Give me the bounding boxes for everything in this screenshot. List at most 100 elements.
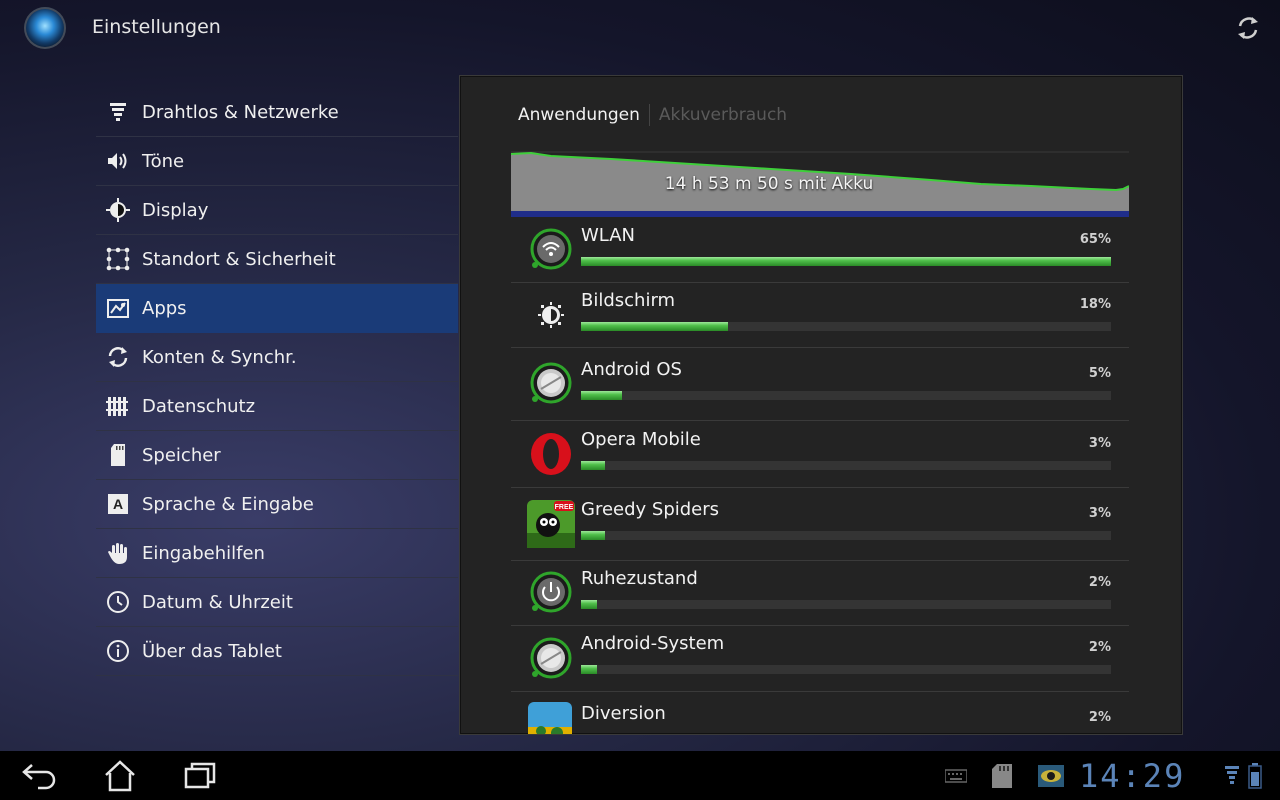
app-name: Ruhezustand: [581, 568, 698, 589]
app-name: Android OS: [581, 359, 682, 380]
nav-item-about-tablet[interactable]: Über das Tablet: [96, 627, 458, 676]
list-item-wlan[interactable]: WLAN 65%: [511, 218, 1129, 283]
list-item-diversion[interactable]: Diversion 2%: [511, 692, 1129, 734]
clock-icon: [106, 590, 130, 614]
battery-status-icon: [1248, 763, 1262, 789]
home-icon[interactable]: [100, 759, 140, 793]
system-bar: 14:29: [0, 751, 1280, 800]
list-item-idle[interactable]: Ruhezustand 2%: [511, 561, 1129, 626]
tab-applications[interactable]: Anwendungen: [518, 105, 640, 125]
sd-card-icon: [106, 443, 130, 467]
app-name: Android-System: [581, 633, 725, 654]
nav-label: Drahtlos & Netzwerke: [142, 101, 339, 123]
nav-label: Eingabehilfen: [142, 542, 265, 564]
usage-bar-fill: [581, 322, 728, 331]
nav-item-sounds[interactable]: Töne: [96, 137, 458, 186]
app-title: Einstellungen: [92, 16, 221, 38]
apps-icon: [106, 296, 130, 320]
battery-duration-label: 14 h 53 m 50 s mit Akku: [664, 174, 874, 194]
nav-label: Speicher: [142, 444, 221, 466]
android-os-icon: [530, 362, 572, 404]
free-badge: FREE: [555, 504, 574, 511]
nav-item-language-input[interactable]: A Sprache & Eingabe: [96, 480, 458, 529]
usage-bar-fill: [581, 600, 598, 609]
app-name: Greedy Spiders: [581, 499, 720, 520]
list-item-greedy-spiders[interactable]: FREE Greedy Spiders 3%: [511, 488, 1129, 561]
usage-percent: 2%: [1088, 710, 1111, 725]
panel-tabs: Anwendungen Akkuverbrauch: [518, 104, 787, 126]
refresh-icon[interactable]: [1234, 14, 1262, 42]
list-item-opera-mobile[interactable]: Opera Mobile 3%: [511, 421, 1129, 488]
hand-icon: [106, 541, 130, 565]
nav-item-wireless[interactable]: Drahtlos & Netzwerke: [96, 88, 458, 137]
nav-label: Über das Tablet: [142, 640, 282, 662]
usage-bar: [581, 531, 1111, 540]
app-name: Bildschirm: [581, 290, 676, 311]
list-item-screen[interactable]: Bildschirm 18%: [511, 283, 1129, 348]
nav-item-date-time[interactable]: Datum & Uhrzeit: [96, 578, 458, 627]
brightness-icon: [106, 198, 130, 222]
location-grid-icon: [106, 247, 130, 271]
usage-percent: 3%: [1088, 506, 1111, 521]
usage-percent: 2%: [1088, 640, 1111, 655]
recent-apps-icon[interactable]: [180, 759, 220, 793]
screen-brightness-icon: [538, 302, 564, 328]
status-clock[interactable]: 14:29: [1079, 757, 1185, 795]
nav-item-display[interactable]: Display: [96, 186, 458, 235]
sd-card-status-icon: [992, 764, 1012, 788]
tab-divider: [648, 104, 650, 126]
usage-percent: 2%: [1088, 575, 1111, 590]
battery-usage-panel: Anwendungen Akkuverbrauch 14 h 53 m 50 s…: [459, 75, 1183, 735]
list-item-android-os[interactable]: Android OS 5%: [511, 348, 1129, 421]
usage-bar-fill: [581, 665, 598, 674]
nav-item-location-security[interactable]: Standort & Sicherheit: [96, 235, 458, 284]
app-name: Opera Mobile: [581, 429, 701, 450]
list-item-android-system[interactable]: Android-System 2%: [511, 626, 1129, 692]
nav-label: Apps: [142, 297, 187, 319]
android-system-icon: [530, 637, 572, 679]
nav-item-storage[interactable]: Speicher: [96, 431, 458, 480]
usage-bar: [581, 600, 1111, 609]
usage-bar-fill: [581, 391, 622, 400]
usage-bar-fill: [581, 257, 1111, 266]
nav-label: Standort & Sicherheit: [142, 248, 336, 270]
nav-item-accessibility[interactable]: Eingabehilfen: [96, 529, 458, 578]
keyboard-icon: [945, 769, 967, 783]
app-usage-list: WLAN 65% Bildschirm 18% Android OS 5% Op…: [511, 218, 1129, 734]
nav-label: Konten & Synchr.: [142, 346, 297, 368]
usage-bar: [581, 665, 1111, 674]
nav-item-apps[interactable]: Apps: [96, 284, 458, 333]
wifi-signal-icon: [106, 100, 130, 124]
usage-bar: [581, 322, 1111, 331]
settings-nav: Drahtlos & Netzwerke Töne Display Stando…: [96, 88, 458, 676]
opera-icon: [531, 433, 571, 475]
wifi-app-icon: [530, 228, 572, 270]
sync-icon: [106, 345, 130, 369]
info-icon: [106, 639, 130, 663]
speaker-icon: [106, 149, 130, 173]
back-icon[interactable]: [20, 759, 60, 793]
tab-battery-usage[interactable]: Akkuverbrauch: [659, 105, 787, 125]
usage-percent: 5%: [1088, 366, 1111, 381]
usage-bar: [581, 461, 1111, 470]
nav-label: Display: [142, 199, 209, 221]
nav-item-accounts-sync[interactable]: Konten & Synchr.: [96, 333, 458, 382]
usage-bar-fill: [581, 531, 606, 540]
diversion-icon: [528, 702, 572, 734]
nav-label: Datum & Uhrzeit: [142, 591, 293, 613]
usage-bar: [581, 257, 1111, 266]
settings-app-icon[interactable]: [24, 7, 66, 49]
privacy-fence-icon: [106, 394, 130, 418]
app-name: Diversion: [581, 703, 666, 724]
nav-label: Töne: [142, 150, 185, 172]
power-icon: [530, 571, 572, 613]
app-name: WLAN: [581, 225, 636, 246]
usage-percent: 3%: [1088, 436, 1111, 451]
nav-item-privacy[interactable]: Datenschutz: [96, 382, 458, 431]
svg-text:A: A: [113, 496, 123, 512]
nav-label: Datenschutz: [142, 395, 256, 417]
greedy-spiders-icon: FREE: [527, 500, 575, 548]
usage-bar-fill: [581, 461, 606, 470]
nav-label: Sprache & Eingabe: [142, 493, 314, 515]
action-bar: Einstellungen: [0, 0, 1280, 56]
